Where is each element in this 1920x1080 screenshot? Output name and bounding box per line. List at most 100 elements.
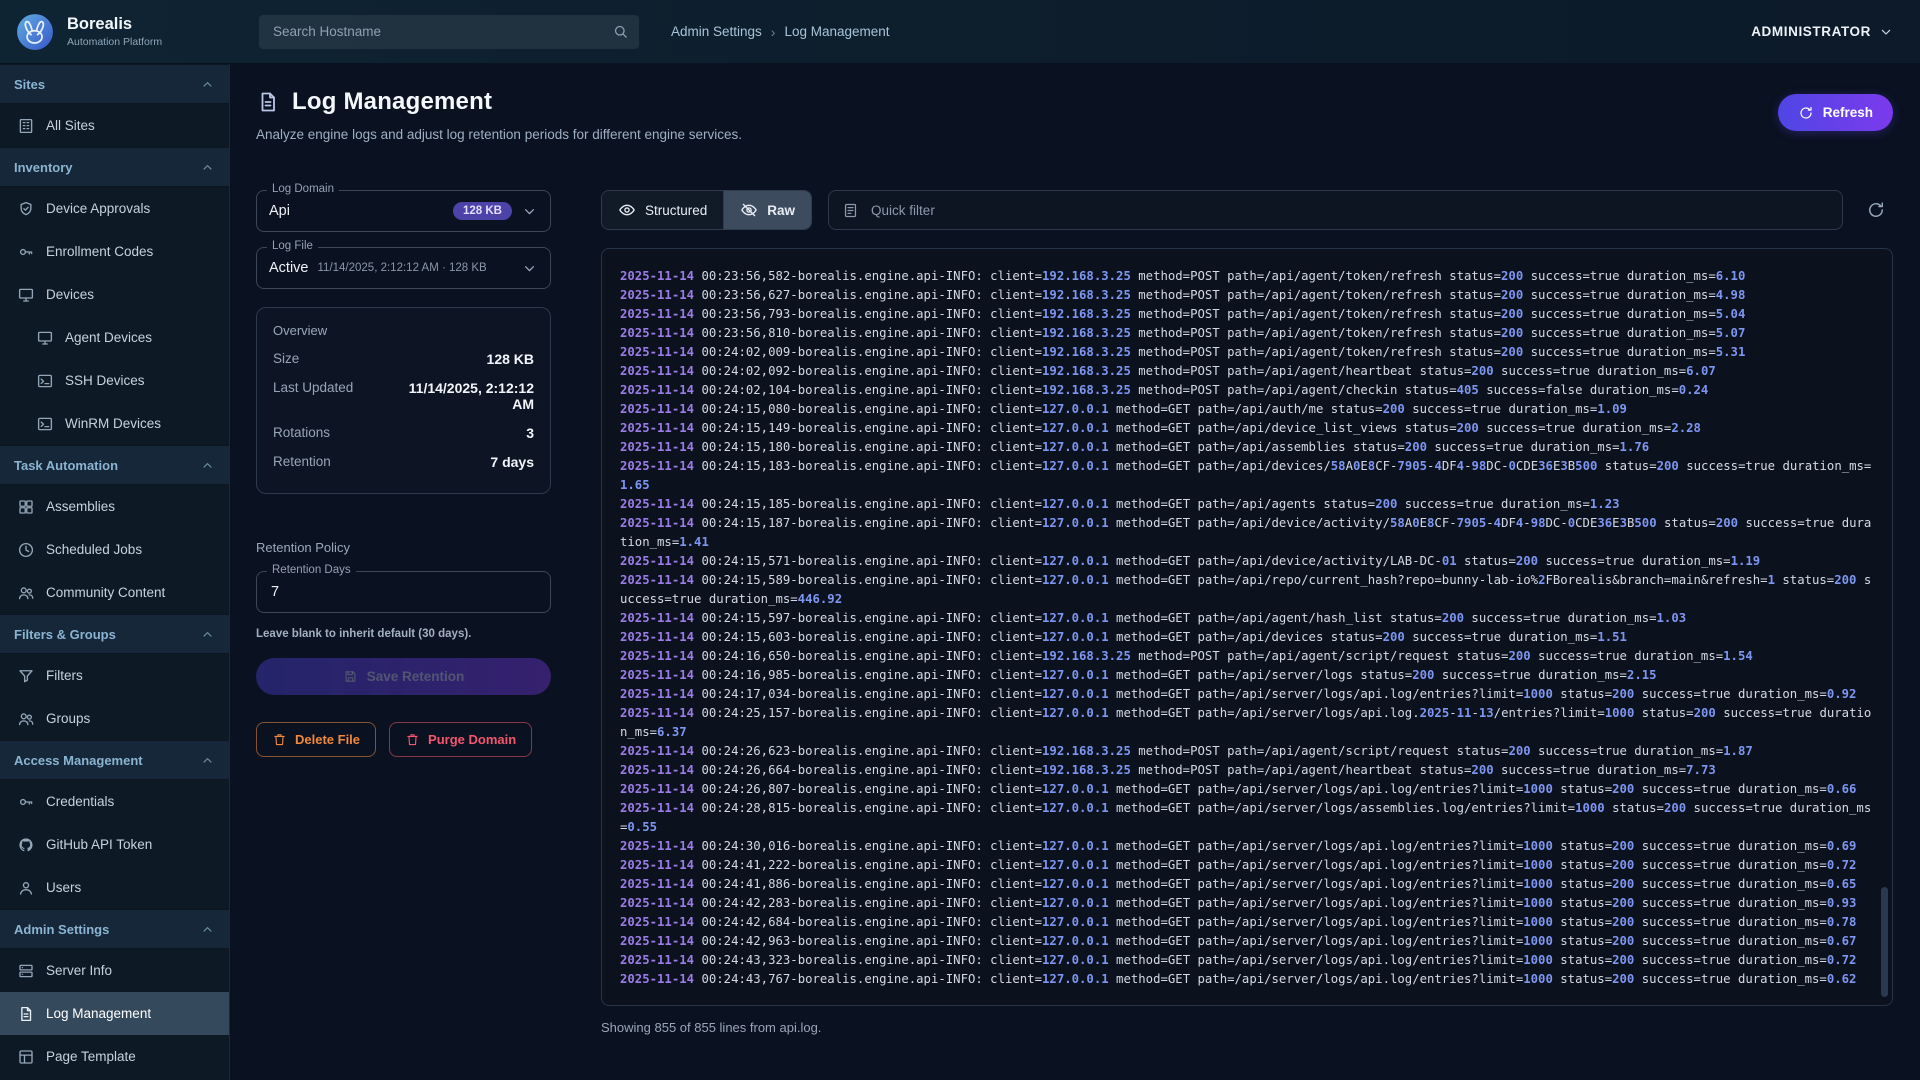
sidebar-item-agent-devices[interactable]: Agent Devices bbox=[0, 316, 229, 359]
sidebar-item-enrollment-codes[interactable]: Enrollment Codes bbox=[0, 230, 229, 273]
hostname-search[interactable] bbox=[259, 15, 639, 49]
log-line: 2025-11-14 00:24:02,092-borealis.engine.… bbox=[620, 362, 1878, 381]
sidebar-item-community-content[interactable]: Community Content bbox=[0, 571, 229, 614]
structured-view-button[interactable]: Structured bbox=[602, 191, 723, 229]
log-line: 2025-11-14 00:24:15,597-borealis.engine.… bbox=[620, 609, 1878, 628]
log-line: 2025-11-14 00:24:15,589-borealis.engine.… bbox=[620, 571, 1878, 609]
overview-row: Rotations3 bbox=[273, 425, 534, 441]
terminal-icon bbox=[36, 372, 54, 390]
log-document-icon bbox=[256, 90, 280, 114]
main-content: Log Management Analyze engine logs and a… bbox=[230, 64, 1920, 1080]
refresh-button[interactable]: Refresh bbox=[1778, 94, 1893, 131]
log-domain-size-badge: 128 KB bbox=[453, 202, 512, 220]
refresh-icon bbox=[1866, 200, 1886, 220]
sidebar-item-filters[interactable]: Filters bbox=[0, 654, 229, 697]
log-line: 2025-11-14 00:24:15,185-borealis.engine.… bbox=[620, 495, 1878, 514]
overview-rows: Size128 KBLast Updated11/14/2025, 2:12:1… bbox=[273, 351, 534, 470]
sidebar-item-github-api-token[interactable]: GitHub API Token bbox=[0, 823, 229, 866]
log-line: 2025-11-14 00:23:56,793-borealis.engine.… bbox=[620, 305, 1878, 324]
sidebar-section-sites[interactable]: Sites bbox=[0, 64, 229, 104]
chevron-down-icon bbox=[521, 203, 538, 220]
log-line: 2025-11-14 00:23:56,582-borealis.engine.… bbox=[620, 267, 1878, 286]
sidebar-item-groups[interactable]: Groups bbox=[0, 697, 229, 740]
topbar: Borealis Automation Platform Admin Setti… bbox=[0, 0, 1920, 64]
page-subtitle: Analyze engine logs and adjust log reten… bbox=[256, 127, 742, 142]
shield-check-icon bbox=[17, 200, 35, 218]
retention-helper-text: Leave blank to inherit default (30 days)… bbox=[256, 628, 551, 640]
sidebar-section-inventory[interactable]: Inventory bbox=[0, 147, 229, 187]
sidebar-item-devices[interactable]: Devices bbox=[0, 273, 229, 316]
viewer-toolbar: Structured Raw bbox=[601, 190, 1893, 230]
log-domain-select[interactable]: Log Domain Api 128 KB bbox=[256, 190, 551, 232]
page-title: Log Management bbox=[292, 88, 492, 116]
overview-row: Retention7 days bbox=[273, 454, 534, 470]
sidebar-section-admin-settings[interactable]: Admin Settings bbox=[0, 909, 229, 949]
chevron-up-icon bbox=[200, 627, 215, 642]
log-output[interactable]: 2025-11-14 00:23:56,582-borealis.engine.… bbox=[601, 248, 1893, 1006]
layout-icon bbox=[17, 1048, 35, 1066]
sidebar-item-credentials[interactable]: Credentials bbox=[0, 780, 229, 823]
log-refresh-button[interactable] bbox=[1859, 193, 1893, 227]
sidebar-nav: SitesAll SitesInventoryDevice ApprovalsE… bbox=[0, 64, 230, 1080]
log-line: 2025-11-14 00:24:17,034-borealis.engine.… bbox=[620, 685, 1878, 704]
log-line: 2025-11-14 00:24:26,807-borealis.engine.… bbox=[620, 780, 1878, 799]
sidebar-item-winrm-devices[interactable]: WinRM Devices bbox=[0, 402, 229, 445]
chevron-up-icon bbox=[200, 922, 215, 937]
log-line: 2025-11-14 00:24:15,603-borealis.engine.… bbox=[620, 628, 1878, 647]
sidebar-section-filters-groups[interactable]: Filters & Groups bbox=[0, 614, 229, 654]
retention-days-field[interactable]: Retention Days bbox=[256, 571, 551, 613]
delete-file-button[interactable]: Delete File bbox=[256, 722, 376, 757]
log-line: 2025-11-14 00:24:43,323-borealis.engine.… bbox=[620, 951, 1878, 970]
breadcrumb-log-management[interactable]: Log Management bbox=[784, 24, 889, 39]
hostname-search-input[interactable] bbox=[271, 23, 612, 40]
overview-title: Overview bbox=[273, 323, 534, 338]
log-line: 2025-11-14 00:24:15,571-borealis.engine.… bbox=[620, 552, 1878, 571]
sidebar-item-log-management[interactable]: Log Management bbox=[0, 992, 229, 1035]
sidebar-section-task-automation[interactable]: Task Automation bbox=[0, 445, 229, 485]
sidebar-item-users[interactable]: Users bbox=[0, 866, 229, 909]
breadcrumb-admin-settings[interactable]: Admin Settings bbox=[671, 24, 762, 39]
sidebar-item-ssh-devices[interactable]: SSH Devices bbox=[0, 359, 229, 402]
log-line: 2025-11-14 00:24:41,886-borealis.engine.… bbox=[620, 875, 1878, 894]
eye-icon bbox=[618, 201, 636, 219]
sidebar-item-device-approvals[interactable]: Device Approvals bbox=[0, 187, 229, 230]
sidebar-item-scheduled-jobs[interactable]: Scheduled Jobs bbox=[0, 528, 229, 571]
sidebar-item-all-sites[interactable]: All Sites bbox=[0, 104, 229, 147]
log-file-detail: 11/14/2025, 2:12:12 AM · 128 KB bbox=[318, 262, 487, 274]
page-header: Log Management Analyze engine logs and a… bbox=[256, 64, 1893, 142]
monitor-icon bbox=[36, 329, 54, 347]
log-file-select[interactable]: Log File Active 11/14/2025, 2:12:12 AM ·… bbox=[256, 247, 551, 289]
raw-view-button[interactable]: Raw bbox=[723, 191, 811, 229]
view-mode-toggle: Structured Raw bbox=[601, 190, 812, 230]
log-line: 2025-11-14 00:24:16,985-borealis.engine.… bbox=[620, 666, 1878, 685]
log-line: 2025-11-14 00:24:30,016-borealis.engine.… bbox=[620, 837, 1878, 856]
sidebar-item-server-info[interactable]: Server Info bbox=[0, 949, 229, 992]
user-menu-label: ADMINISTRATOR bbox=[1751, 24, 1871, 39]
overview-row: Last Updated11/14/2025, 2:12:12 AM bbox=[273, 380, 534, 412]
log-scrollbar[interactable] bbox=[1881, 887, 1888, 997]
retention-days-input[interactable] bbox=[269, 583, 538, 601]
log-line: 2025-11-14 00:24:16,650-borealis.engine.… bbox=[620, 647, 1878, 666]
trash-icon bbox=[405, 732, 420, 747]
user-menu[interactable]: ADMINISTRATOR bbox=[1751, 24, 1894, 40]
log-viewer: Structured Raw bbox=[601, 190, 1893, 1035]
log-line: 2025-11-14 00:24:42,684-borealis.engine.… bbox=[620, 913, 1878, 932]
sidebar-item-assemblies[interactable]: Assemblies bbox=[0, 485, 229, 528]
filter-document-icon bbox=[842, 202, 859, 219]
log-file-value: Active bbox=[269, 260, 309, 276]
quick-filter-input[interactable] bbox=[869, 202, 1829, 219]
sidebar-item-page-template[interactable]: Page Template bbox=[0, 1035, 229, 1078]
users-icon bbox=[17, 710, 35, 728]
log-line: 2025-11-14 00:24:02,104-borealis.engine.… bbox=[620, 381, 1878, 400]
log-line: 2025-11-14 00:24:42,283-borealis.engine.… bbox=[620, 894, 1878, 913]
quick-filter[interactable] bbox=[828, 190, 1843, 230]
save-retention-button[interactable]: Save Retention bbox=[256, 658, 551, 695]
key-icon bbox=[17, 793, 35, 811]
purge-domain-button[interactable]: Purge Domain bbox=[389, 722, 532, 757]
chevron-down-icon bbox=[1878, 24, 1894, 40]
log-file-label: Log File bbox=[267, 240, 318, 252]
search-icon bbox=[612, 23, 629, 40]
log-line: 2025-11-14 00:24:41,222-borealis.engine.… bbox=[620, 856, 1878, 875]
sidebar-section-access-management[interactable]: Access Management bbox=[0, 740, 229, 780]
log-line: 2025-11-14 00:24:15,080-borealis.engine.… bbox=[620, 400, 1878, 419]
